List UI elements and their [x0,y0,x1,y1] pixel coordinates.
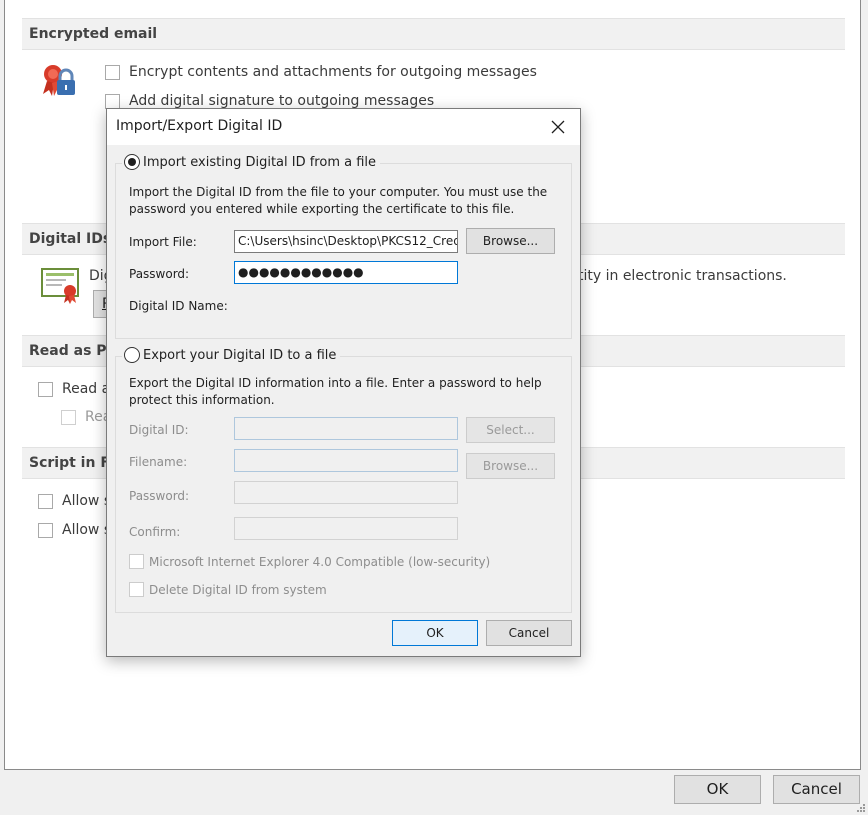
password-input[interactable]: ●●●●●●●●●●●● [234,261,458,284]
import-radio-label: Import existing Digital ID from a file [143,154,377,170]
select-button[interactable]: Select... [466,417,555,443]
export-radio-button[interactable] [124,347,140,363]
import-file-input[interactable]: C:\Users\hsinc\Desktop\PKCS12_Cred [234,230,458,253]
checkbox-box[interactable] [105,93,120,109]
checkbox-box[interactable] [38,522,53,538]
dialog-ok-button[interactable]: OK [392,620,478,646]
export-group: Export your Digital ID to a file Export … [115,347,572,613]
import-radio-button[interactable] [124,154,140,170]
checkbox-box[interactable] [61,409,76,425]
resize-grip-icon[interactable] [856,803,866,813]
delete-digital-id-checkbox[interactable]: Delete Digital ID from system [129,582,327,597]
dialog-title: Import/Export Digital ID [116,118,283,134]
encrypt-contents-checkbox[interactable]: Encrypt contents and attachments for out… [105,64,537,80]
dialog-titlebar[interactable]: Import/Export Digital ID [107,109,580,145]
checkbox-box[interactable] [105,64,120,80]
import-browse-button[interactable]: Browse... [466,228,555,254]
import-export-digital-id-dialog: Import/Export Digital ID Import existing… [106,108,581,657]
checkbox-box[interactable] [129,554,144,569]
export-browse-button[interactable]: Browse... [466,453,555,479]
close-icon [551,120,565,134]
import-description: Import the Digital ID from the file to y… [129,185,548,216]
password-label: Password: [129,267,190,281]
read-signed-plain-text-checkbox[interactable]: Rea [61,409,111,425]
encrypted-email-ribbon-lock-icon [43,65,75,96]
ie4-compatible-label: Microsoft Internet Explorer 4.0 Compatib… [149,554,491,569]
digital-id-label: Digital ID: [129,423,189,437]
delete-digital-id-label: Delete Digital ID from system [149,582,327,597]
radio-selected-dot [128,158,136,166]
import-radio-option[interactable]: Import existing Digital ID from a file [122,154,381,170]
checkbox-box[interactable] [129,582,144,597]
checkbox-box[interactable] [38,381,53,397]
certificate-icon [41,268,79,304]
digital-id-input[interactable] [234,417,458,440]
allow-script-label-2: Allow s [62,522,112,538]
import-file-label: Import File: [129,235,197,249]
add-signature-label: Add digital signature to outgoing messag… [129,93,435,109]
digital-ids-description-end: tity in electronic transactions. [578,268,787,284]
encrypt-contents-label: Encrypt contents and attachments for out… [129,64,537,80]
section-header-encrypted-email: Encrypted email [22,18,845,50]
dialog-close-button[interactable] [536,109,580,145]
add-signature-checkbox[interactable]: Add digital signature to outgoing messag… [105,93,434,109]
export-description: Export the Digital ID information into a… [129,376,542,407]
allow-script-checkbox-2[interactable]: Allow s [38,522,111,538]
confirm-label: Confirm: [129,525,181,539]
allow-script-label-1: Allow s [62,493,112,509]
read-all-plain-text-checkbox[interactable]: Read a [38,381,110,397]
export-password-input[interactable] [234,481,458,504]
allow-script-checkbox-1[interactable]: Allow s [38,493,111,509]
trust-center-cancel-button[interactable]: Cancel [773,775,860,804]
confirm-input[interactable] [234,517,458,540]
export-radio-option[interactable]: Export your Digital ID to a file [122,347,341,363]
export-radio-label: Export your Digital ID to a file [143,347,337,363]
filename-label: Filename: [129,455,188,469]
checkbox-box[interactable] [38,493,53,509]
import-group: Import existing Digital ID from a file I… [115,154,572,339]
trust-center-ok-button[interactable]: OK [674,775,761,804]
dialog-cancel-button[interactable]: Cancel [486,620,572,646]
ie4-compatible-checkbox[interactable]: Microsoft Internet Explorer 4.0 Compatib… [129,554,490,569]
filename-input[interactable] [234,449,458,472]
read-all-label: Read a [62,381,111,397]
export-password-label: Password: [129,489,190,503]
digital-id-name-label: Digital ID Name: [129,299,228,313]
